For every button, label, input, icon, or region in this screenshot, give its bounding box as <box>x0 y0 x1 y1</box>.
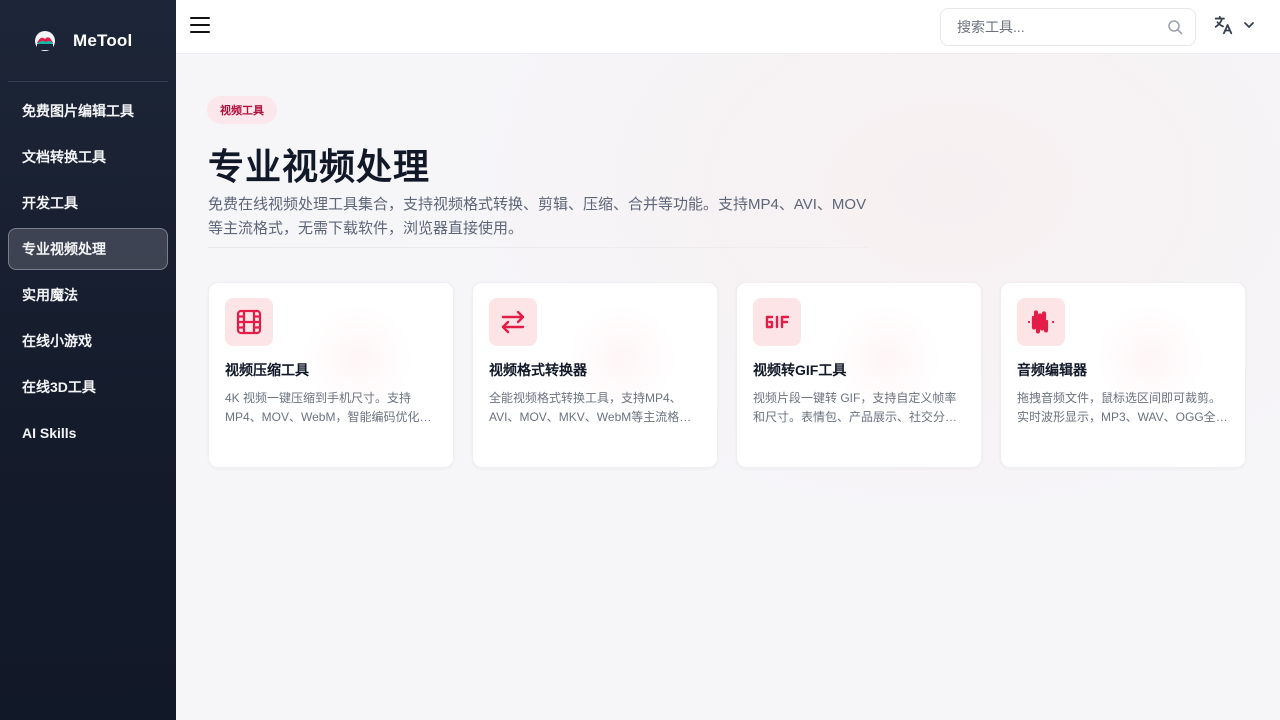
tool-card-description: 拖拽音频文件，鼠标选区间即可裁剪。实时波形显示，MP3、WAV、OGG全格式支持… <box>1017 391 1228 424</box>
sidebar-item-3d-tools[interactable]: 在线3D工具 <box>8 366 168 408</box>
tool-card-title: 音频编辑器 <box>1017 362 1087 378</box>
tool-card-video-to-gif[interactable]: 视频转GIF工具 视频片段一键转 GIF，支持自定义帧率和尺寸。表情包、产品展示… <box>736 282 982 468</box>
sidebar-item-document-tools[interactable]: 文档转换工具 <box>8 136 168 178</box>
brand[interactable]: MeTool <box>8 0 168 82</box>
tool-card-format-converter[interactable]: 视频格式转换器 全能视频格式转换工具，支持MP4、AVI、MOV、MKV、Web… <box>472 282 718 468</box>
tool-card-list: 视频压缩工具 4K 视频一键压缩到手机尺寸。支持MP4、MOV、WebM，智能编… <box>208 282 1246 468</box>
sidebar-item-games[interactable]: 在线小游戏 <box>8 320 168 362</box>
sidebar: MeTool 免费图片编辑工具 文档转换工具 开发工具 专业视频处理 实用魔法 … <box>0 0 176 720</box>
sidebar-item-label: 实用魔法 <box>22 287 78 303</box>
audio-wave-icon <box>1017 298 1065 346</box>
logo-icon <box>34 30 56 52</box>
top-bar <box>176 0 1280 54</box>
sidebar-item-label: 文档转换工具 <box>22 149 106 165</box>
tool-card-audio-editor[interactable]: 音频编辑器 拖拽音频文件，鼠标选区间即可裁剪。实时波形显示，MP3、WAV、OG… <box>1000 282 1246 468</box>
gif-icon <box>753 298 801 346</box>
sidebar-item-video-tools[interactable]: 专业视频处理 <box>8 228 168 270</box>
main-content: 视频工具 专业视频处理 免费在线视频处理工具集合，支持视频格式转换、剪辑、压缩、… <box>176 54 1280 720</box>
sidebar-item-label: 免费图片编辑工具 <box>22 103 134 119</box>
translate-icon <box>1212 14 1234 41</box>
hamburger-icon-line <box>190 17 210 19</box>
hamburger-icon-line <box>190 24 210 26</box>
tool-card-video-compress[interactable]: 视频压缩工具 4K 视频一键压缩到手机尺寸。支持MP4、MOV、WebM，智能编… <box>208 282 454 468</box>
tool-card-description: 4K 视频一键压缩到手机尺寸。支持MP4、MOV、WebM，智能编码优化，压缩后… <box>225 391 432 424</box>
sidebar-item-label: 在线3D工具 <box>22 379 96 395</box>
sidebar-item-label: 在线小游戏 <box>22 333 92 349</box>
tool-card-description: 视频片段一键转 GIF，支持自定义帧率和尺寸。表情包、产品展示、社交分享 — 一… <box>753 391 958 424</box>
search-box <box>940 8 1196 46</box>
sidebar-item-magic-tools[interactable]: 实用魔法 <box>8 274 168 316</box>
brand-name: MeTool <box>73 30 133 50</box>
film-icon <box>225 298 273 346</box>
language-switcher[interactable] <box>1212 14 1256 41</box>
page-description: 免费在线视频处理工具集合，支持视频格式转换、剪辑、压缩、合并等功能。支持MP4、… <box>208 196 867 237</box>
chevron-down-icon <box>1242 18 1256 37</box>
swap-arrows-icon <box>489 298 537 346</box>
sidebar-item-image-tools[interactable]: 免费图片编辑工具 <box>8 90 168 132</box>
tool-card-title: 视频转GIF工具 <box>753 362 847 378</box>
tool-card-description: 全能视频格式转换工具，支持MP4、AVI、MOV、MKV、WebM等主流格式互相… <box>489 391 692 424</box>
menu-toggle-button[interactable] <box>190 17 210 37</box>
tool-card-title: 视频压缩工具 <box>225 362 309 378</box>
search-icon[interactable] <box>1167 19 1183 35</box>
search-input[interactable] <box>957 19 1167 35</box>
sidebar-item-label: AI Skills <box>22 425 77 441</box>
page-title: 专业视频处理 <box>208 146 431 187</box>
sidebar-item-label: 开发工具 <box>22 195 78 211</box>
tool-card-title: 视频格式转换器 <box>489 362 587 378</box>
sidebar-item-label: 专业视频处理 <box>22 241 106 257</box>
category-badge: 视频工具 <box>207 96 277 124</box>
divider <box>208 247 868 248</box>
sidebar-item-ai-skills[interactable]: AI Skills <box>8 412 168 454</box>
sidebar-nav: 免费图片编辑工具 文档转换工具 开发工具 专业视频处理 实用魔法 在线小游戏 在… <box>0 82 176 454</box>
hamburger-icon-line <box>190 31 210 33</box>
sidebar-item-dev-tools[interactable]: 开发工具 <box>8 182 168 224</box>
